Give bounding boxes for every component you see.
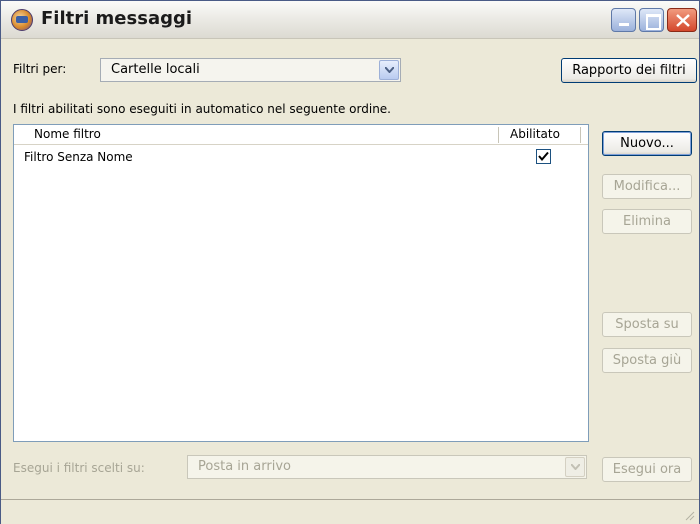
move-up-button[interactable]: Sposta su (602, 312, 692, 337)
folder-select[interactable]: Cartelle locali (100, 58, 401, 82)
chevron-down-icon[interactable] (565, 457, 585, 477)
filter-list[interactable]: Nome filtro Abilitato Filtro Senza Nome (13, 124, 589, 442)
delete-filter-button[interactable]: Elimina (602, 209, 692, 234)
checkmark-icon (538, 151, 549, 162)
run-filters-label: Esegui i filtri scelti su: (13, 461, 145, 475)
filter-for-label: Filtri per: (13, 62, 67, 76)
close-icon (676, 14, 690, 27)
edit-filter-button[interactable]: Modifica... (602, 174, 692, 199)
maximize-button[interactable] (639, 8, 664, 32)
folder-select-value: Cartelle locali (111, 62, 200, 77)
chevron-down-icon[interactable] (379, 60, 399, 80)
new-filter-button[interactable]: Nuovo... (602, 131, 692, 156)
minimize-button[interactable] (611, 8, 636, 32)
title-bar: Filtri messaggi (1, 1, 699, 39)
move-down-button[interactable]: Sposta giù (602, 348, 692, 373)
status-bar (1, 499, 699, 524)
column-header-name[interactable]: Nome filtro (34, 127, 101, 141)
filters-description: I filtri abilitati sono eseguiti in auto… (13, 102, 391, 116)
filter-name: Filtro Senza Nome (24, 150, 133, 164)
run-folder-select[interactable]: Posta in arrivo (187, 455, 587, 479)
column-header-enabled[interactable]: Abilitato (510, 127, 560, 141)
table-row[interactable]: Filtro Senza Nome (14, 148, 588, 168)
window-title: Filtri messaggi (41, 8, 193, 29)
close-button[interactable] (667, 8, 697, 32)
enabled-checkbox[interactable] (536, 149, 551, 164)
resize-grip-icon[interactable] (683, 509, 695, 521)
filter-dialog-window: Filtri messaggi Filtri per: Cartelle loc… (0, 0, 700, 524)
list-header: Nome filtro Abilitato (14, 125, 588, 145)
column-separator[interactable] (580, 127, 581, 143)
thunderbird-icon (11, 9, 33, 31)
column-separator[interactable] (498, 127, 499, 143)
filter-report-button[interactable]: Rapporto dei filtri (561, 58, 697, 83)
run-now-button[interactable]: Esegui ora (602, 457, 692, 482)
run-folder-value: Posta in arrivo (198, 459, 291, 474)
